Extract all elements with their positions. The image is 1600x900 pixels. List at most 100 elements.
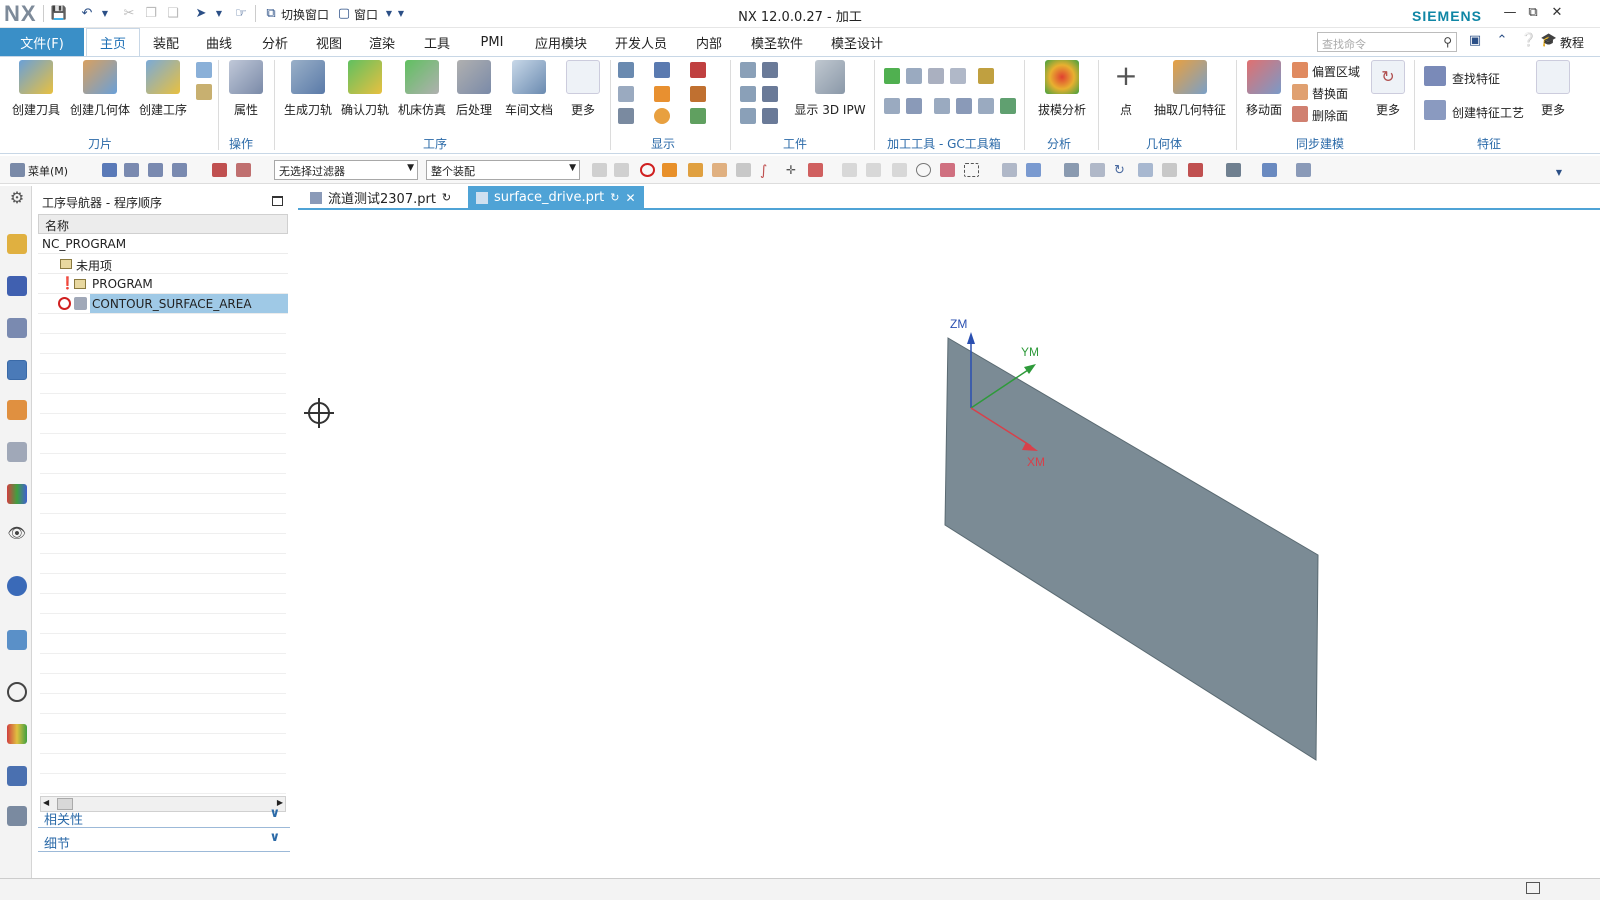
group-small-icon-2[interactable] bbox=[196, 84, 212, 100]
maximize-icon[interactable] bbox=[272, 196, 283, 206]
more-sync-button[interactable]: ↻ 更多 bbox=[1370, 60, 1406, 118]
name-column-header[interactable]: 名称 bbox=[38, 214, 288, 234]
dependencies-panel[interactable]: 相关性 ∨ bbox=[38, 804, 290, 828]
gc-tool-icon-1[interactable] bbox=[906, 68, 922, 84]
operation-navigator-icon[interactable] bbox=[7, 360, 27, 380]
workpiece-icon-3[interactable] bbox=[740, 86, 756, 102]
workpiece-icon-6[interactable] bbox=[762, 108, 778, 124]
find-feature-button[interactable]: 查找特征 bbox=[1452, 70, 1500, 87]
select-icon-6[interactable] bbox=[236, 163, 251, 177]
tab-pmi[interactable]: PMI bbox=[470, 28, 514, 56]
snap-icon-5[interactable] bbox=[892, 163, 907, 177]
create-feature-process-icon[interactable] bbox=[1424, 100, 1446, 120]
gc-tool-icon-3[interactable] bbox=[950, 68, 966, 84]
gc-tool-icon-6[interactable] bbox=[934, 98, 950, 114]
snap-icon-3[interactable] bbox=[842, 163, 857, 177]
point-button[interactable]: + 点 bbox=[1106, 60, 1146, 118]
find-feature-icon[interactable] bbox=[1424, 66, 1446, 86]
workpiece-icon-5[interactable] bbox=[740, 108, 756, 124]
menu-icon[interactable] bbox=[10, 163, 25, 177]
tab-doc-flow-test[interactable]: 流道测试2307.prt ↻ bbox=[302, 186, 459, 209]
constraint-navigator-icon[interactable] bbox=[7, 276, 27, 296]
zoom-icon[interactable] bbox=[1090, 163, 1105, 177]
create-geometry-button[interactable]: 创建几何体 bbox=[68, 60, 132, 118]
display-icon-1[interactable] bbox=[618, 62, 634, 78]
history-icon[interactable] bbox=[7, 682, 27, 702]
file-menu[interactable]: 文件(F) bbox=[0, 28, 84, 56]
more-feature-button[interactable]: 更多 bbox=[1536, 60, 1570, 118]
tab-tools[interactable]: 工具 bbox=[414, 28, 460, 56]
fit-icon[interactable] bbox=[1064, 163, 1079, 177]
offset-region-icon[interactable] bbox=[1292, 62, 1308, 78]
display-icon-3[interactable] bbox=[618, 108, 634, 124]
type-filter-select[interactable]: 无选择过滤器 ▼ bbox=[274, 160, 418, 180]
part-navigator-icon[interactable] bbox=[7, 318, 27, 338]
process-studio-icon[interactable] bbox=[7, 766, 27, 786]
scope-select[interactable]: 整个装配 ▼ bbox=[426, 160, 580, 180]
edge-icon[interactable] bbox=[736, 163, 751, 177]
workpiece-icon-1[interactable] bbox=[740, 62, 756, 78]
rotate-icon[interactable]: ↻ bbox=[1114, 163, 1129, 178]
tab-curve[interactable]: 曲线 bbox=[196, 28, 242, 56]
shop-doc-button[interactable]: 车间文档 bbox=[502, 60, 556, 118]
box-select-icon[interactable] bbox=[964, 163, 979, 177]
tab-analysis[interactable]: 分析 bbox=[252, 28, 298, 56]
replace-face-button[interactable]: 替换面 bbox=[1312, 85, 1348, 102]
gc-tool-icon-8[interactable] bbox=[978, 98, 994, 114]
draft-analysis-button[interactable]: 拔模分析 bbox=[1034, 60, 1090, 118]
group-small-icon-1[interactable] bbox=[196, 62, 212, 78]
close-icon[interactable]: ✕ bbox=[1547, 5, 1567, 20]
select-icon-5[interactable] bbox=[212, 163, 227, 177]
face-icon[interactable] bbox=[688, 163, 703, 177]
drive-surface[interactable] bbox=[944, 337, 1319, 761]
tab-doc-surface-drive[interactable]: surface_drive.prt ↻ ✕ bbox=[468, 186, 644, 209]
display-circle-icon[interactable] bbox=[654, 108, 670, 124]
orient-icon[interactable] bbox=[1262, 163, 1277, 177]
hd3d-tools-icon[interactable] bbox=[7, 484, 27, 504]
point-snap-icon[interactable]: ✛ bbox=[786, 163, 801, 177]
no-select-icon[interactable] bbox=[640, 163, 655, 177]
tab-render[interactable]: 渲染 bbox=[359, 28, 405, 56]
delete-face-icon[interactable] bbox=[1292, 106, 1308, 122]
post-process-button[interactable]: 后处理 bbox=[452, 60, 496, 118]
center-snap-icon[interactable] bbox=[916, 163, 931, 177]
create-feature-process-button[interactable]: 创建特征工艺 bbox=[1452, 104, 1524, 121]
verify-path-button[interactable]: 确认刀轨 bbox=[340, 60, 390, 118]
menu-button[interactable]: 菜单(M) bbox=[28, 163, 68, 179]
reuse-library-icon[interactable] bbox=[7, 442, 27, 462]
tab-view[interactable]: 视图 bbox=[306, 28, 352, 56]
search-icon[interactable]: ⚲ bbox=[1443, 35, 1452, 49]
roles-icon[interactable] bbox=[7, 806, 27, 826]
move-face-button[interactable]: 移动面 bbox=[1242, 60, 1286, 118]
gc-check-icon[interactable] bbox=[884, 68, 900, 84]
select-icon-4[interactable] bbox=[172, 163, 187, 177]
gc-tool-icon-4[interactable] bbox=[884, 98, 900, 114]
select-icon-1[interactable] bbox=[102, 163, 117, 177]
display-icon-5[interactable] bbox=[690, 62, 706, 78]
generate-path-button[interactable]: 生成刀轨 bbox=[282, 60, 334, 118]
tab-internal[interactable]: 内部 bbox=[686, 28, 732, 56]
layout-icon[interactable] bbox=[1188, 163, 1203, 177]
display-icon-6[interactable] bbox=[690, 86, 706, 102]
gc-tool-icon-9[interactable] bbox=[1000, 98, 1016, 114]
section-icon[interactable] bbox=[1296, 163, 1311, 177]
tab-mosheng-software[interactable]: 模圣软件 bbox=[742, 28, 812, 56]
display-icon-2[interactable] bbox=[618, 86, 634, 102]
details-panel[interactable]: 细节 ∨ bbox=[38, 828, 290, 852]
gc-tool-icon-2[interactable] bbox=[928, 68, 944, 84]
tab-mosheng-design[interactable]: 模圣设计 bbox=[822, 28, 892, 56]
tutorial-icon[interactable]: 🎓 bbox=[1540, 32, 1558, 49]
display-path-icon[interactable] bbox=[654, 86, 670, 102]
tutorial-button[interactable]: 教程 bbox=[1560, 34, 1584, 51]
command-search-input[interactable]: 查找命令 ⚲ bbox=[1317, 32, 1457, 52]
view-icon-2[interactable] bbox=[1026, 163, 1041, 177]
snap-icon-6[interactable] bbox=[940, 163, 955, 177]
tab-application[interactable]: 应用模块 bbox=[526, 28, 596, 56]
gc-tool-icon-7[interactable] bbox=[956, 98, 972, 114]
assembly-navigator-icon[interactable] bbox=[7, 234, 27, 254]
body-icon[interactable] bbox=[712, 163, 727, 177]
delete-face-button[interactable]: 删除面 bbox=[1312, 107, 1348, 124]
tree-row-unused[interactable]: 未用项 bbox=[38, 254, 288, 274]
machine-sim-button[interactable]: 机床仿真 bbox=[396, 60, 448, 118]
create-operation-button[interactable]: 创建工序 bbox=[136, 60, 190, 118]
